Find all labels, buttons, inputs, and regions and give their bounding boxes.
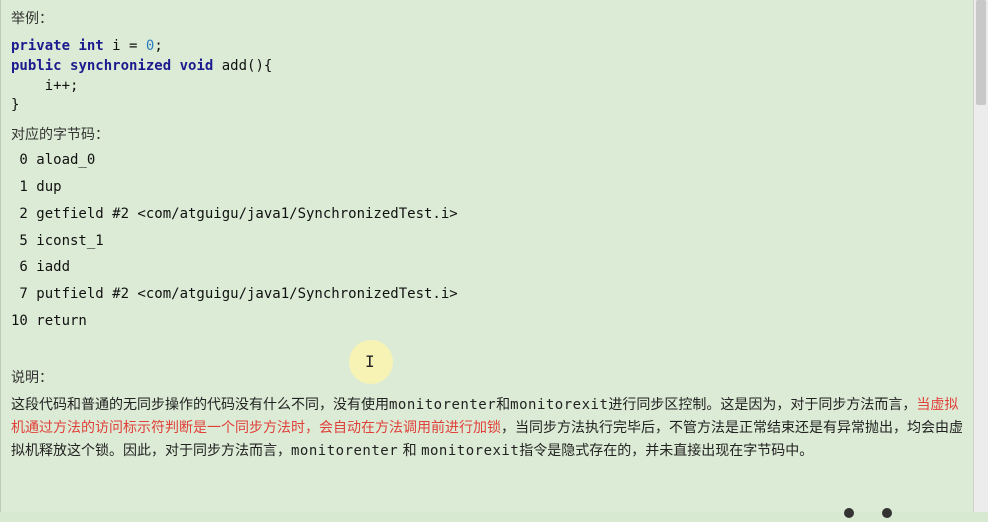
bytecode-row: 5 iconst_1	[11, 233, 104, 249]
monitorexit-term: monitorexit	[510, 397, 609, 413]
scrollbar-thumb[interactable]	[976, 0, 986, 105]
dot-icon	[844, 508, 854, 518]
monitorenter-term: monitorenter	[389, 397, 497, 413]
explanation-paragraph: 这段代码和普通的无同步操作的代码没有什么不同，没有使用monitorenter和…	[11, 394, 966, 463]
bytecode-row: 0 aload_0	[11, 152, 96, 168]
keyword-public: public	[11, 58, 62, 74]
monitorexit-term: monitorexit	[421, 443, 520, 459]
bytecode-row: 7 putfield #2 <com/atguigu/java1/Synchro…	[11, 286, 458, 302]
code-line-3: i++;	[11, 78, 79, 94]
bytecode-row: 2 getfield #2 <com/atguigu/java1/Synchro…	[11, 206, 458, 222]
code-text: add(){	[213, 58, 273, 74]
monitorenter-term: monitorenter	[291, 443, 399, 459]
example-heading: 举例：	[11, 11, 53, 27]
explanation-text: 和	[398, 443, 422, 459]
bytecode-row: 10 return	[11, 313, 87, 329]
code-text: i =	[103, 38, 146, 54]
explanation-text: 进行同步区控制。这是因为，对于同步方法而言，	[608, 397, 917, 413]
code-line-2: public synchronized void add(){	[11, 57, 272, 76]
bytecode-row: 1 dup	[11, 179, 62, 195]
keyword-private: private	[11, 38, 71, 54]
page-dots	[844, 503, 920, 522]
explanation-text: 这段代码和普通的无同步操作的代码没有什么不同，没有使用	[11, 397, 389, 413]
keyword-void: void	[179, 58, 214, 74]
vertical-scrollbar[interactable]	[973, 0, 988, 512]
keyword-int: int	[78, 38, 104, 54]
explanation-text: 和	[496, 397, 511, 413]
document-page: 举例： private int i = 0; public synchroniz…	[0, 0, 975, 518]
bytecode-heading: 对应的字节码：	[11, 127, 109, 143]
keyword-synchronized: synchronized	[70, 58, 172, 74]
bytecode-row: 6 iadd	[11, 259, 71, 275]
explanation-heading: 说明：	[11, 370, 53, 386]
explanation-text: 指令是隐式存在的，并未直接出现在字节码中。	[519, 443, 814, 459]
code-line-4: }	[11, 97, 20, 113]
i-beam-icon: I	[365, 352, 375, 371]
code-text: ;	[154, 38, 163, 54]
dot-icon	[882, 508, 892, 518]
code-line-1: private int i = 0;	[11, 37, 163, 56]
